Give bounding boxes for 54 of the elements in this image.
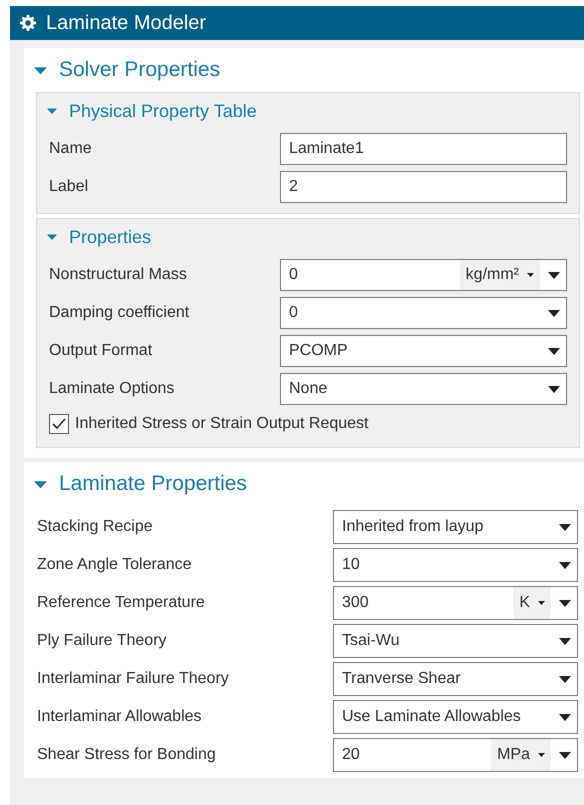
field-label: Interlaminar Failure Theory — [37, 669, 230, 689]
field-label: Reference Temperature — [37, 593, 206, 613]
dropdown[interactable]: 10 — [333, 548, 578, 582]
caret-icon[interactable] — [548, 272, 560, 278]
caret-icon[interactable] — [538, 601, 545, 605]
caret-icon[interactable] — [559, 638, 571, 644]
dropdown[interactable]: Use Laminate Allowables — [333, 700, 578, 734]
window-title: Laminate Modeler — [46, 11, 206, 36]
checkbox-label: Inherited Stress or Strain Output Request — [75, 414, 368, 434]
dropdown[interactable]: None — [280, 373, 567, 405]
dropdown[interactable]: PCOMP — [280, 335, 567, 367]
caret-icon[interactable] — [559, 562, 571, 568]
field-label: Ply Failure Theory — [37, 631, 168, 651]
collapse-icon[interactable] — [47, 106, 57, 116]
group-title[interactable]: Physical Property Table — [69, 98, 257, 124]
field-label: Laminate Options — [49, 379, 176, 399]
caret-icon[interactable] — [548, 386, 560, 392]
field-label: Name — [49, 139, 93, 159]
caret-icon[interactable] — [559, 676, 571, 682]
unit-dropdown[interactable]: MPa — [491, 739, 551, 771]
caret-icon[interactable] — [559, 752, 571, 758]
checkbox[interactable] — [49, 414, 69, 434]
unit-field[interactable]: 0 kg/mm² — [280, 259, 567, 291]
dropdown[interactable]: Inherited from layup — [333, 510, 578, 544]
unit-dropdown[interactable]: K — [513, 587, 551, 619]
caret-icon[interactable] — [527, 273, 534, 277]
caret-icon[interactable] — [559, 714, 571, 720]
dropdown[interactable]: Tranverse Shear — [333, 662, 578, 696]
field-label: Zone Angle Tolerance — [37, 555, 192, 575]
unit-dropdown[interactable]: kg/mm² — [460, 260, 540, 290]
field-label: Stacking Recipe — [37, 517, 154, 537]
field-label: Output Format — [49, 341, 154, 361]
checkmark-icon — [52, 418, 66, 430]
field-label: Shear Stress for Bonding — [37, 745, 217, 765]
unit-field[interactable]: 300 K — [333, 586, 578, 620]
caret-icon[interactable] — [559, 524, 571, 530]
group-title[interactable]: Properties — [69, 224, 152, 250]
field-label: Nonstructural Mass — [49, 265, 188, 285]
dropdown[interactable]: Tsai-Wu — [333, 624, 578, 658]
section-title[interactable]: Solver Properties — [59, 54, 220, 86]
field-label: Label — [49, 177, 90, 197]
text-field[interactable]: 2 — [280, 171, 567, 203]
caret-icon[interactable] — [548, 310, 560, 316]
collapse-icon[interactable] — [47, 232, 57, 242]
unit-field[interactable]: 20 MPa — [333, 738, 578, 772]
field-label: Damping coefficient — [49, 303, 190, 323]
section-title[interactable]: Laminate Properties — [59, 468, 247, 500]
caret-icon[interactable] — [538, 753, 545, 757]
caret-icon[interactable] — [559, 600, 571, 606]
field-label: Interlaminar Allowables — [37, 707, 203, 727]
text-field[interactable]: Laminate1 — [280, 133, 567, 165]
caret-icon[interactable] — [548, 348, 560, 354]
gear-icon — [20, 15, 36, 31]
dropdown[interactable]: 0 — [280, 297, 567, 329]
